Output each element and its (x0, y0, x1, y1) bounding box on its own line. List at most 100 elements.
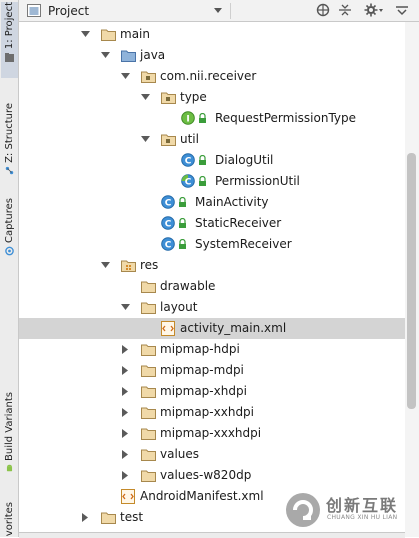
collapsed-arrow-icon[interactable] (122, 471, 129, 480)
expanded-arrow-icon[interactable] (101, 262, 110, 269)
tree-label: SystemReceiver (195, 237, 292, 251)
folder-icon (141, 281, 156, 293)
tree-row-res[interactable]: res (19, 255, 405, 276)
tree-row-util[interactable]: util (19, 129, 405, 150)
tree-row-activity-main-xml[interactable]: activity_main.xml (19, 318, 405, 339)
collapsed-arrow-icon[interactable] (122, 408, 129, 417)
tree-row-values-w820dp[interactable]: values-w820dp (19, 465, 405, 486)
tree-row-java[interactable]: java (19, 45, 405, 66)
tree-row-layout[interactable]: layout (19, 297, 405, 318)
project-view-title[interactable]: Project (48, 4, 89, 18)
globe-icon[interactable] (316, 3, 330, 17)
tree-label: java (140, 48, 166, 62)
tree-label: StaticReceiver (195, 216, 282, 230)
watermark-logo-icon (286, 493, 320, 527)
expanded-arrow-icon[interactable] (121, 304, 130, 311)
manifest-icon (121, 489, 135, 504)
expanded-arrow-icon[interactable] (141, 94, 150, 101)
tree-row-drawable[interactable]: drawable (19, 276, 405, 297)
tree-row-values[interactable]: values (19, 444, 405, 465)
tab-structure-label: Z: Structure (4, 103, 15, 163)
package-icon (161, 134, 176, 146)
tab-favorites[interactable]: avorites (1, 502, 18, 537)
svg-text:I: I (186, 115, 189, 125)
tree-label: values-w820dp (160, 468, 252, 482)
tab-captures[interactable]: Captures (1, 198, 18, 256)
tree-row-main-activity[interactable]: C MainActivity (19, 192, 405, 213)
tree-row-mipmap-hdpi[interactable]: mipmap-hdpi (19, 339, 405, 360)
captures-icon (5, 246, 14, 256)
collapsed-arrow-icon[interactable] (122, 429, 129, 438)
tree-label: RequestPermissionType (215, 111, 357, 125)
tree-row-mipmap-mdpi[interactable]: mipmap-mdpi (19, 360, 405, 381)
tab-build-variants[interactable]: Build Variants (1, 392, 18, 472)
expanded-arrow-icon[interactable] (121, 73, 130, 80)
tree-label: main (120, 27, 150, 41)
tree-row-dialog-util[interactable]: C DialogUtil (19, 150, 405, 171)
project-icon (5, 53, 14, 63)
tab-captures-label: Captures (4, 198, 15, 243)
lock-icon (179, 197, 186, 207)
tab-project-label: 1: Project (4, 2, 15, 50)
source-folder-icon (121, 50, 136, 62)
tree-row-package[interactable]: com.nii.receiver (19, 66, 405, 87)
class-icon: C (161, 237, 175, 251)
collapsed-arrow-icon[interactable] (122, 387, 129, 396)
folder-icon (101, 512, 116, 524)
tree-label: DialogUtil (215, 153, 274, 167)
collapsed-arrow-icon[interactable] (82, 513, 89, 522)
tree-label: drawable (160, 279, 216, 293)
expanded-arrow-icon[interactable] (141, 136, 150, 143)
watermark-text: 创新互联 (326, 496, 399, 515)
view-dropdown-arrow-icon[interactable] (213, 4, 223, 16)
scrollbar-thumb[interactable] (407, 153, 416, 409)
tree-row-request-permission-type[interactable]: I RequestPermissionType (19, 108, 405, 129)
lock-icon (199, 176, 206, 186)
tree-label: AndroidManifest.xml (140, 489, 264, 503)
package-icon (161, 92, 176, 104)
tree-label: util (180, 132, 199, 146)
folder-icon (141, 344, 156, 356)
tree-row-mipmap-xxxhdpi[interactable]: mipmap-xxxhdpi (19, 423, 405, 444)
expanded-arrow-icon[interactable] (81, 31, 90, 38)
folder-icon (101, 29, 116, 41)
project-header: Project (19, 0, 419, 22)
tab-structure[interactable]: Z: Structure (1, 103, 18, 175)
tree-label: mipmap-xhdpi (160, 384, 247, 398)
tree-label: test (120, 510, 144, 524)
folder-icon (141, 449, 156, 461)
tab-project[interactable]: 1: Project (1, 2, 18, 78)
tree-label: com.nii.receiver (160, 69, 257, 83)
hide-icon[interactable] (395, 3, 409, 17)
collapsed-arrow-icon[interactable] (122, 366, 129, 375)
svg-text:C: C (165, 199, 172, 209)
svg-text:C: C (165, 241, 172, 251)
svg-text:C: C (185, 178, 192, 188)
tree-row-type[interactable]: type (19, 87, 405, 108)
class-icon: C (181, 153, 195, 167)
package-icon (141, 71, 156, 83)
collapse-all-icon[interactable] (338, 3, 352, 17)
expanded-arrow-icon[interactable] (101, 52, 110, 59)
tree-label: type (180, 90, 207, 104)
tree-label: MainActivity (195, 195, 269, 209)
class-icon: C (161, 195, 175, 209)
tree-row-main[interactable]: main (19, 24, 405, 45)
tree-row-mipmap-xhdpi[interactable]: mipmap-xhdpi (19, 381, 405, 402)
tree-row-system-receiver[interactable]: C SystemReceiver (19, 234, 405, 255)
tree-row-permission-util[interactable]: C PermissionUtil (19, 171, 405, 192)
tree-label: values (160, 447, 200, 461)
xml-icon (161, 321, 175, 336)
toolbar-divider (230, 3, 231, 19)
gear-icon[interactable] (364, 3, 384, 17)
interface-icon: I (181, 111, 195, 125)
tree-label: mipmap-xxxhdpi (160, 426, 262, 440)
class-icon: C (181, 174, 195, 188)
lock-icon (179, 218, 186, 228)
svg-text:C: C (185, 157, 192, 167)
collapsed-arrow-icon[interactable] (122, 345, 129, 354)
tree-row-mipmap-xxhdpi[interactable]: mipmap-xxhdpi (19, 402, 405, 423)
collapsed-arrow-icon[interactable] (122, 450, 129, 459)
structure-icon (5, 166, 14, 175)
tree-row-static-receiver[interactable]: C StaticReceiver (19, 213, 405, 234)
